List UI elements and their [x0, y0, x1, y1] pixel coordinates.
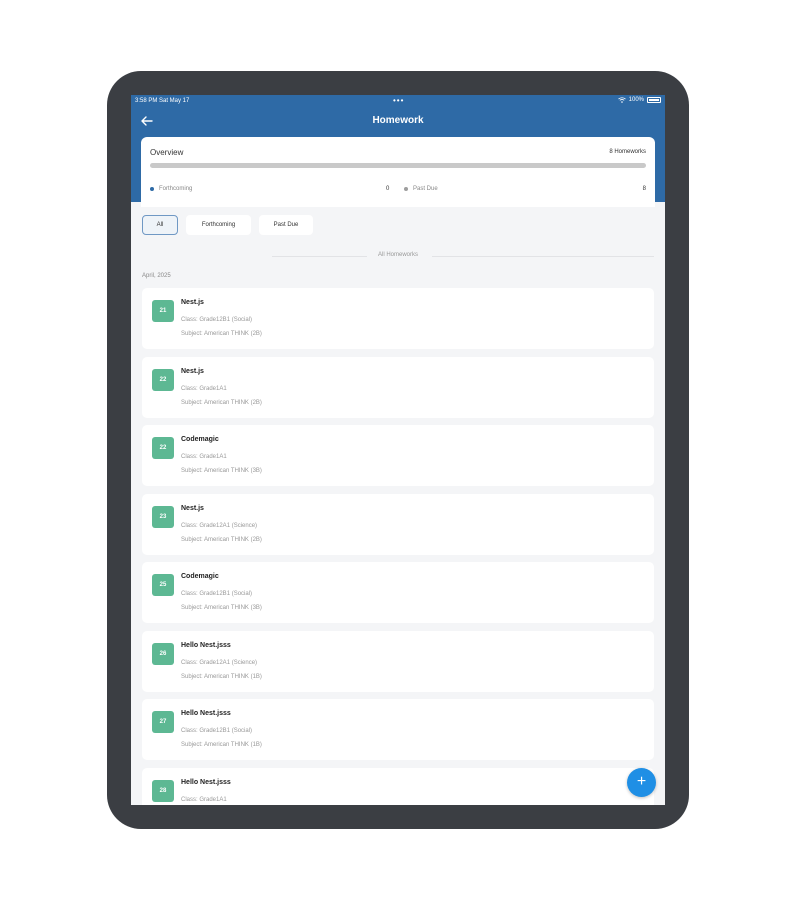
- overview-title: Overview: [150, 148, 184, 157]
- homework-subject: Subject: American THINK (2B): [181, 537, 262, 543]
- homework-class: Class: Grade12B1 (Social): [181, 317, 253, 323]
- day-badge: 21: [152, 300, 174, 322]
- day-badge: 25: [152, 574, 174, 596]
- day-badge: 28: [152, 780, 174, 802]
- homework-title: Nest.js: [181, 368, 204, 375]
- divider-line-right: [432, 256, 654, 257]
- multitask-dots-icon: •••: [393, 96, 405, 105]
- homework-title: Codemagic: [181, 436, 219, 443]
- day-badge: 22: [152, 369, 174, 391]
- legend-past-due: Past Due: [404, 186, 438, 192]
- section-divider: All Homeworks: [142, 252, 654, 262]
- day-badge: 23: [152, 506, 174, 528]
- battery-icon: [647, 97, 661, 103]
- progress-bar: [150, 163, 646, 168]
- day-badge: 22: [152, 437, 174, 459]
- homework-title: Hello Nest.jsss: [181, 710, 231, 717]
- homework-count: 8 Homeworks: [609, 149, 646, 155]
- app-header: Homework: [131, 107, 665, 135]
- homework-title: Codemagic: [181, 573, 219, 580]
- forthcoming-label: Forthcoming: [159, 186, 193, 192]
- homework-card[interactable]: 22 Codemagic Class: Grade1A1 Subject: Am…: [142, 425, 654, 486]
- past-due-label: Past Due: [413, 186, 438, 192]
- battery-percent: 100%: [628, 97, 644, 103]
- day-badge: 27: [152, 711, 174, 733]
- homework-subject: Subject: American THINK (3B): [181, 468, 262, 474]
- past-due-value: 8: [642, 186, 646, 192]
- wifi-icon: [617, 97, 626, 103]
- filter-forthcoming-chip[interactable]: Forthcoming: [186, 215, 251, 235]
- homework-subject: Subject: American THINK (1B): [181, 674, 262, 680]
- app-screen: 3:58 PM Sat May 17 ••• 100% Homework Ove…: [131, 95, 665, 805]
- day-badge: 26: [152, 643, 174, 665]
- forthcoming-value: 0: [386, 186, 390, 192]
- legend-forthcoming: Forthcoming: [150, 186, 192, 192]
- homework-class: Class: Grade1A1: [181, 386, 227, 392]
- homework-class: Class: Grade12B1 (Social): [181, 728, 253, 734]
- homework-card[interactable]: 25 Codemagic Class: Grade12B1 (Social) S…: [142, 562, 654, 623]
- forthcoming-dot-icon: [150, 187, 154, 191]
- homework-card[interactable]: 22 Nest.js Class: Grade1A1 Subject: Amer…: [142, 357, 654, 418]
- homework-title: Hello Nest.jsss: [181, 642, 231, 649]
- filter-past-due-chip[interactable]: Past Due: [259, 215, 313, 235]
- homework-card[interactable]: 27 Hello Nest.jsss Class: Grade12B1 (Soc…: [142, 699, 654, 760]
- homework-class: Class: Grade1A1: [181, 454, 227, 460]
- page-title: Homework: [372, 115, 424, 126]
- homework-card[interactable]: 28 Hello Nest.jsss Class: Grade1A1: [142, 768, 654, 805]
- homework-title: Nest.js: [181, 299, 204, 306]
- homework-class: Class: Grade12B1 (Social): [181, 591, 253, 597]
- homework-title: Hello Nest.jsss: [181, 779, 231, 786]
- homework-subject: Subject: American THINK (2B): [181, 400, 262, 406]
- filter-all-chip[interactable]: All: [142, 215, 178, 235]
- filter-chips: All Forthcoming Past Due: [142, 215, 313, 235]
- homework-card[interactable]: 21 Nest.js Class: Grade12B1 (Social) Sub…: [142, 288, 654, 349]
- homework-class: Class: Grade12A1 (Science): [181, 660, 258, 666]
- homework-card[interactable]: 26 Hello Nest.jsss Class: Grade12A1 (Sci…: [142, 631, 654, 692]
- homework-class: Class: Grade1A1: [181, 797, 227, 803]
- past-due-dot-icon: [404, 187, 408, 191]
- homework-subject: Subject: American THINK (1B): [181, 742, 262, 748]
- add-homework-button[interactable]: +: [627, 768, 656, 797]
- month-label: April, 2025: [142, 273, 171, 279]
- homework-card[interactable]: 23 Nest.js Class: Grade12A1 (Science) Su…: [142, 494, 654, 555]
- section-label: All Homeworks: [377, 252, 418, 258]
- homework-class: Class: Grade12A1 (Science): [181, 523, 258, 529]
- overview-card: Overview 8 Homeworks Forthcoming 0 Past …: [141, 137, 655, 207]
- status-bar: 3:58 PM Sat May 17 ••• 100%: [131, 95, 665, 107]
- homework-subject: Subject: American THINK (2B): [181, 331, 262, 337]
- homework-subject: Subject: American THINK (3B): [181, 605, 262, 611]
- status-right: 100%: [617, 97, 661, 103]
- status-time: 3:58 PM Sat May 17: [135, 98, 190, 104]
- homework-title: Nest.js: [181, 505, 204, 512]
